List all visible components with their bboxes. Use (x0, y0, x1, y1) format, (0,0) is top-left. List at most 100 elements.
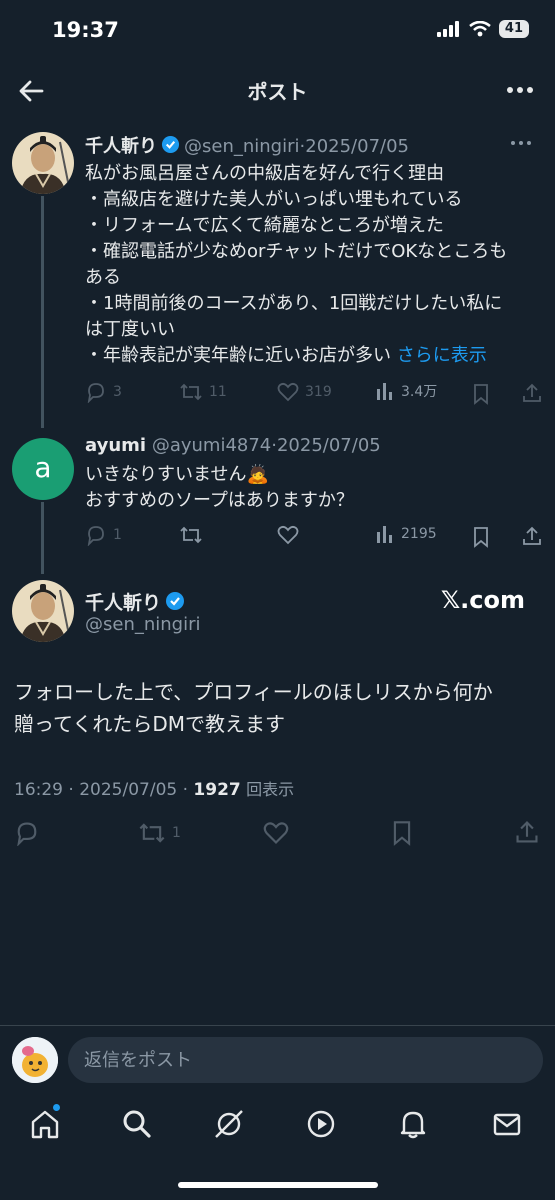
tweet-date[interactable]: 2025/07/05 (277, 435, 381, 456)
bottom-tab-bar (0, 1095, 555, 1155)
retweet-count: 1 (172, 825, 181, 841)
verified-badge-icon (166, 592, 185, 610)
like-count: 319 (305, 384, 332, 400)
tweet-time: 16:29 (14, 780, 63, 800)
author-name[interactable]: 千人斬り (85, 136, 157, 157)
like-button[interactable]: 319 (277, 381, 332, 403)
share-icon[interactable] (514, 819, 540, 845)
main-tweet-actions: 1 (0, 818, 555, 848)
retweet-icon (180, 383, 202, 401)
thread-line (41, 502, 44, 574)
tweet-header: 千人斬り @sen_ningiri·2025/07/05 (85, 132, 409, 158)
view-count: 1927 (193, 780, 241, 800)
tweet-header: ayumi @ayumi4874·2025/07/05 (85, 435, 381, 456)
mail-icon[interactable] (490, 1107, 524, 1141)
views-button[interactable]: 3.4万 (375, 381, 437, 401)
verified-badge-icon (161, 135, 180, 154)
tweet-line: は丁度いい (85, 319, 175, 340)
retweet-button[interactable] (179, 524, 203, 546)
reply-count: 1 (113, 527, 122, 543)
reply-count: 3 (113, 384, 122, 400)
tweet-line: 贈ってくれたらDMで教えます (14, 712, 286, 736)
tweet-line: いきなりすいません🙇 (85, 464, 269, 485)
tweet-date[interactable]: 2025/07/05 (305, 136, 409, 157)
tweet-line: 私がお風呂屋さんの中級店を好んで行く理由 (85, 163, 445, 184)
status-time: 19:37 (52, 18, 119, 42)
author-name[interactable]: ayumi (85, 435, 146, 456)
retweet-button[interactable]: 1 (138, 820, 181, 846)
reply-icon (87, 383, 104, 403)
xcom-watermark: 𝕏.com (440, 586, 525, 614)
reply-button[interactable]: 3 (85, 381, 122, 403)
samurai-avatar-image (12, 580, 74, 642)
samurai-avatar-image (12, 132, 74, 194)
views-count: 2195 (401, 526, 437, 542)
views-chart-icon (377, 526, 392, 543)
share-icon[interactable] (521, 525, 543, 547)
grok-icon[interactable] (212, 1107, 246, 1141)
reply-bar (0, 1025, 555, 1095)
tweet-line-last: ・年齢表記が実年齢に近いお店が多い さらに表示 (85, 343, 535, 369)
retweet-button[interactable]: 11 (179, 381, 227, 403)
author-handle[interactable]: @sen_ningiri (85, 614, 201, 635)
author-name[interactable]: 千人斬り (85, 592, 161, 614)
thread-line (41, 196, 44, 428)
bookmark-icon[interactable] (471, 383, 491, 405)
play-icon[interactable] (304, 1107, 338, 1141)
search-icon[interactable] (120, 1107, 154, 1141)
tweet-text: 私がお風呂屋さんの中級店を好んで行く理由 ・高級店を避けた美人がいっぱい埋もれて… (85, 161, 535, 369)
author-handle[interactable]: @sen_ningiri (184, 136, 300, 157)
home-icon[interactable] (28, 1107, 62, 1141)
heart-icon (277, 525, 299, 545)
tweet-line: ・確認電話が少なめorチャットだけでOKなところも (85, 241, 508, 262)
main-author-name-row: 千人斬り (85, 588, 189, 615)
bell-icon[interactable] (396, 1107, 430, 1141)
more-options-icon[interactable] (505, 78, 535, 102)
view-label: 回表示 (246, 780, 295, 799)
tweet-line: ・高級店を避けた美人がいっぱい埋もれている (85, 189, 463, 210)
my-avatar[interactable] (12, 1037, 58, 1083)
tweet-line: おすすめのソープはありますか？ (85, 490, 354, 511)
reply-icon (87, 526, 104, 546)
reply-button[interactable]: 1 (85, 524, 122, 546)
avatar-samurai[interactable] (12, 580, 74, 642)
author-handle[interactable]: @ayumi4874 (152, 435, 271, 456)
status-icons: 41 (436, 20, 529, 38)
share-icon[interactable] (521, 382, 543, 404)
main-tweet-text: フォローした上で、プロフィールのほしリスから何か 贈ってくれたらDMで教えます (14, 676, 544, 740)
tweet-line: ある (85, 267, 121, 288)
show-more-link[interactable]: さらに表示 (397, 345, 487, 366)
avatar-samurai[interactable] (12, 132, 74, 194)
battery-indicator: 41 (498, 20, 529, 38)
cartoon-avatar-image (12, 1037, 58, 1083)
views-button[interactable]: 2195 (375, 524, 437, 544)
page-title: ポスト (247, 80, 308, 104)
tweet-actions: 1 2195 (85, 524, 545, 550)
heart-icon[interactable] (263, 820, 289, 846)
tweet-meta: 16:29 · 2025/07/05 · 1927 回表示 (14, 780, 295, 800)
reply-icon[interactable] (14, 820, 40, 846)
reply-input[interactable] (68, 1037, 543, 1083)
status-bar: 19:37 41 (0, 0, 555, 60)
tweet-line: ・1時間前後のコースがあり、1回戦だけしたい私に (85, 293, 503, 314)
tweet-line: ・リフォームで広くて綺麗なところが増えた (85, 215, 444, 236)
like-button[interactable] (277, 524, 299, 546)
retweet-icon (139, 823, 165, 843)
home-indicator (178, 1182, 378, 1188)
home-notification-dot (53, 1104, 60, 1111)
heart-icon (277, 382, 299, 402)
views-count: 3.4万 (401, 384, 438, 400)
retweet-icon (180, 526, 202, 544)
tweet-menu-icon[interactable] (509, 138, 533, 148)
avatar-ayumi[interactable]: a (12, 438, 74, 500)
retweet-count: 11 (209, 384, 227, 400)
views-chart-icon (377, 383, 392, 400)
avatar-letter: a (34, 451, 52, 484)
bookmark-icon[interactable] (390, 820, 414, 846)
wifi-icon (469, 21, 491, 37)
signal-icon (436, 21, 459, 37)
bookmark-icon[interactable] (471, 526, 491, 548)
tweet-actions: 3 11 319 3.4万 (85, 381, 545, 407)
tweet-line: ・年齢表記が実年齢に近いお店が多い (85, 345, 397, 366)
tweet-line: フォローした上で、プロフィールのほしリスから何か (14, 680, 493, 704)
